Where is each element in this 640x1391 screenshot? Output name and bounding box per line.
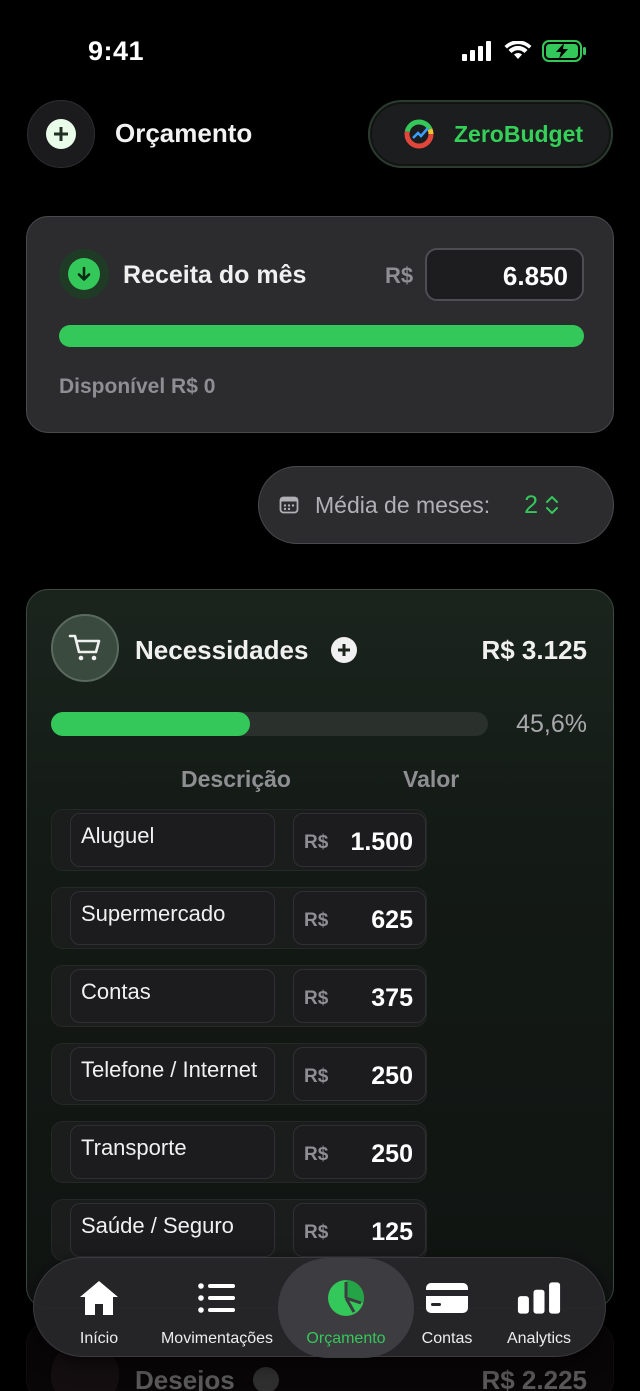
- amount-value: 125: [371, 1218, 413, 1246]
- page-title: Orçamento: [115, 118, 253, 148]
- category-progress-fill: [51, 712, 251, 736]
- add-item-button[interactable]: [331, 637, 357, 663]
- status-icons: [462, 40, 588, 62]
- amount-field[interactable]: R$ 1.500: [293, 813, 426, 867]
- brand-name: ZeroBudget: [454, 120, 584, 147]
- tab-contas[interactable]: Contas: [412, 1258, 482, 1358]
- months-average-selector[interactable]: Média de meses: 2: [258, 466, 614, 544]
- months-label: Média de meses:: [315, 491, 491, 518]
- chevron-updown-icon: [546, 496, 559, 514]
- table-row: Saúde / Seguro R$ 125: [51, 1199, 427, 1261]
- months-value: 2: [524, 490, 539, 519]
- zerobudget-logo-icon: [404, 119, 434, 149]
- amount-currency: R$: [304, 1066, 329, 1087]
- table-row: Transporte R$ 250: [51, 1121, 427, 1183]
- tab-analytics[interactable]: Analytics: [498, 1258, 580, 1358]
- amount-currency: R$: [304, 1222, 329, 1243]
- amount-field[interactable]: R$ 250: [293, 1047, 426, 1101]
- column-header-description: Descrição: [181, 766, 291, 792]
- table-row: Contas R$ 375: [51, 965, 427, 1027]
- available-amount: Disponível R$ 0: [59, 375, 216, 398]
- table-row: Supermercado R$ 625: [51, 887, 427, 949]
- brand-button[interactable]: ZeroBudget: [368, 100, 613, 168]
- amount-value: 1.500: [350, 828, 413, 856]
- category-progress-track: [51, 712, 488, 736]
- table-row: Telefone / Internet R$ 250: [51, 1043, 427, 1105]
- category-icon-button[interactable]: [51, 614, 119, 682]
- wants-total: R$ 2.225: [481, 1365, 587, 1391]
- category-percent: 45,6%: [516, 710, 587, 738]
- description-field[interactable]: Transporte: [70, 1125, 275, 1179]
- tab-inicio[interactable]: Início: [64, 1258, 134, 1358]
- calendar-icon: [279, 496, 299, 514]
- status-time: 9:41: [88, 36, 145, 66]
- tab-bar: Início Movimentações Orçamento Contas An…: [33, 1257, 606, 1358]
- card-icon: [426, 1283, 468, 1313]
- income-card: Receita do mês R$ 6.850 Disponível R$ 0: [26, 216, 614, 433]
- amount-value: 250: [371, 1062, 413, 1090]
- tab-label: Contas: [421, 1330, 473, 1347]
- amount-currency: R$: [304, 1144, 329, 1165]
- header: Orçamento ZeroBudget: [0, 100, 640, 170]
- tab-label: Movimentações: [160, 1330, 274, 1347]
- pie-chart-icon: [328, 1280, 364, 1316]
- amount-currency: R$: [304, 988, 329, 1009]
- description-field[interactable]: Saúde / Seguro: [70, 1203, 275, 1257]
- tab-orcamento[interactable]: Orçamento: [278, 1258, 414, 1358]
- category-total: R$ 3.125: [481, 635, 587, 665]
- add-button[interactable]: [27, 100, 95, 168]
- income-icon: [59, 249, 109, 299]
- needs-card: Necessidades R$ 3.125 45,6% Descrição Va…: [26, 589, 614, 1309]
- plus-icon: [46, 119, 76, 149]
- cart-icon: [68, 634, 101, 661]
- description-field[interactable]: Contas: [70, 969, 275, 1023]
- amount-currency: R$: [304, 910, 329, 931]
- description-field[interactable]: Supermercado: [70, 891, 275, 945]
- bar-chart-icon: [517, 1282, 561, 1314]
- amount-field[interactable]: R$ 625: [293, 891, 426, 945]
- list-icon: [198, 1283, 235, 1313]
- tab-movimentacoes[interactable]: Movimentações: [152, 1258, 282, 1358]
- wants-title: Desejos: [135, 1365, 235, 1391]
- home-icon: [80, 1281, 118, 1315]
- battery-charging-icon: [542, 40, 586, 62]
- amount-value: 625: [371, 906, 413, 934]
- amount-value: 375: [371, 984, 413, 1012]
- amount-field[interactable]: R$ 250: [293, 1125, 426, 1179]
- income-currency: R$: [385, 263, 414, 288]
- tab-label: Orçamento: [306, 1330, 386, 1347]
- wants-add-button[interactable]: [253, 1367, 279, 1391]
- amount-field[interactable]: R$ 375: [293, 969, 426, 1023]
- category-title: Necessidades: [135, 635, 309, 665]
- income-progress-bar: [59, 325, 584, 347]
- wifi-icon: [504, 41, 532, 59]
- signal-icon: [462, 41, 491, 61]
- description-field[interactable]: Telefone / Internet: [70, 1047, 275, 1101]
- description-field[interactable]: Aluguel: [70, 813, 275, 867]
- arrow-down-icon: [77, 266, 91, 281]
- amount-currency: R$: [304, 832, 329, 853]
- tab-label: Início: [79, 1330, 119, 1347]
- income-title: Receita do mês: [123, 261, 307, 289]
- income-value-field[interactable]: 6.850: [425, 248, 584, 301]
- tab-label: Analytics: [506, 1330, 572, 1347]
- amount-value: 250: [371, 1140, 413, 1168]
- status-bar: 9:41: [0, 0, 640, 100]
- table-row: Aluguel R$ 1.500: [51, 809, 427, 871]
- amount-field[interactable]: R$ 125: [293, 1203, 426, 1257]
- column-header-value: Valor: [403, 766, 460, 792]
